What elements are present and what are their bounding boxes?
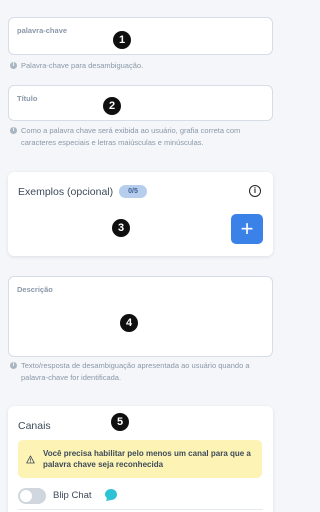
keyword-field-label: palavra-chave (17, 26, 68, 35)
toggle-knob (20, 490, 32, 502)
blip-chat-icon (105, 489, 117, 501)
info-icon[interactable]: i (249, 185, 261, 197)
channels-warning: Você precisa habilitar pelo menos um can… (18, 440, 262, 478)
title-help-text: Como a palavra chave será exibida ao usu… (21, 126, 241, 147)
warning-triangle-icon (26, 455, 35, 463)
callout-marker-4: 4 (120, 314, 138, 332)
plus-icon: + (240, 216, 254, 241)
description-field-label: Descrição (17, 285, 53, 294)
blip-chat-toggle[interactable] (18, 488, 46, 504)
title-field[interactable]: Título (8, 85, 273, 121)
examples-card: Exemplos (opcional) 0/5 i + (8, 172, 273, 256)
title-help: i Como a palavra chave será exibida ao u… (10, 125, 272, 148)
description-field[interactable]: Descrição (8, 276, 273, 357)
channels-card: Canais Você precisa habilitar pelo menos… (8, 406, 273, 512)
callout-marker-2: 2 (103, 97, 121, 115)
keyword-help: i Palavra-chave para desambiguação. (10, 60, 272, 72)
channels-warning-text: Você precisa habilitar pelo menos um can… (42, 449, 251, 469)
callout-marker-3: 3 (112, 219, 130, 237)
channels-title: Canais (18, 420, 51, 432)
divider (18, 509, 263, 510)
channel-label-blip-chat: Blip Chat (53, 490, 92, 501)
info-icon: i (10, 127, 17, 134)
add-example-button[interactable]: + (231, 214, 263, 244)
examples-count-badge: 0/5 (119, 185, 147, 198)
keyword-help-text: Palavra-chave para desambiguação. (21, 61, 144, 70)
keyword-field[interactable]: palavra-chave (8, 17, 273, 55)
callout-marker-1: 1 (113, 31, 131, 49)
info-icon: i (10, 62, 17, 69)
title-field-label: Título (17, 94, 38, 103)
description-help-text: Texto/resposta de desambiguação apresent… (21, 361, 250, 382)
info-icon: i (10, 362, 17, 369)
callout-marker-5: 5 (111, 413, 129, 431)
description-help: i Texto/resposta de desambiguação aprese… (10, 360, 272, 383)
examples-title: Exemplos (opcional) (18, 186, 114, 198)
